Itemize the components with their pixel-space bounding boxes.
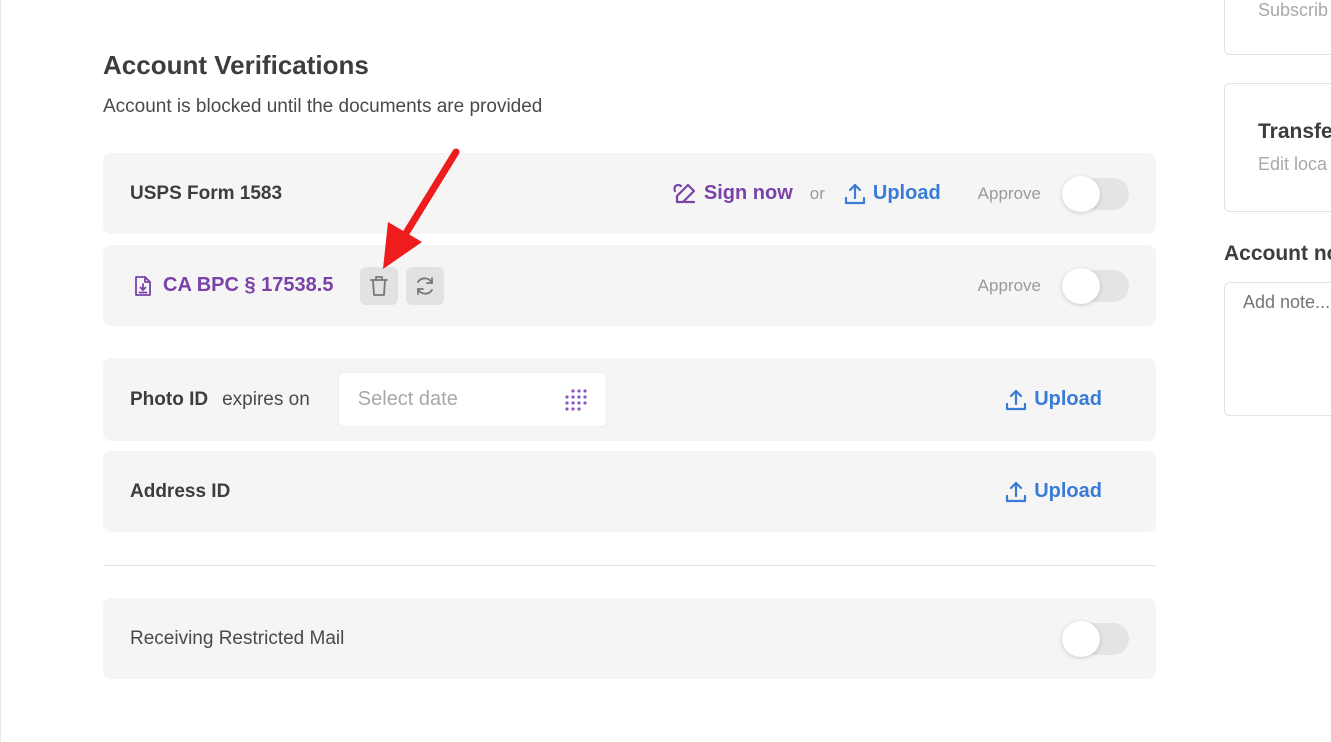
section-title: Account Verifications xyxy=(103,50,369,80)
photo-id-row: Photo ID expires on Select date Upload xyxy=(103,358,1156,441)
account-notes-title: Account no xyxy=(1224,242,1331,265)
signature-pen-icon xyxy=(673,183,695,203)
photo-id-actions: Upload xyxy=(1004,388,1102,412)
restricted-mail-actions xyxy=(1062,620,1129,657)
ca-bpc-document-link[interactable]: CA BPC § 17538.5 xyxy=(134,274,333,297)
expiry-date-picker[interactable]: Select date xyxy=(337,372,607,427)
address-id-row: Address ID Upload xyxy=(103,451,1156,532)
restricted-mail-row: Receiving Restricted Mail xyxy=(103,598,1156,679)
toggle-knob xyxy=(1062,267,1100,304)
account-notes-textarea[interactable] xyxy=(1224,282,1331,416)
transfer-card[interactable]: Transfe Edit loca xyxy=(1224,83,1331,212)
toggle-knob xyxy=(1062,620,1100,657)
ca-bpc-row: CA BPC § 17538.5 Approve xyxy=(103,245,1156,326)
or-separator: or xyxy=(809,183,825,203)
ca-bpc-document-label: CA BPC § 17538.5 xyxy=(163,274,334,296)
upload-arrow-icon xyxy=(1006,389,1027,410)
photo-id-title: Photo ID xyxy=(130,388,209,410)
ca-bpc-approve-label: Approve xyxy=(977,275,1041,295)
subscription-card[interactable]: Subscrib xyxy=(1224,0,1331,55)
ca-bpc-approve-toggle[interactable] xyxy=(1062,267,1129,304)
file-download-icon xyxy=(135,275,151,296)
refresh-icon xyxy=(417,276,434,295)
delete-document-button[interactable] xyxy=(360,266,399,305)
restricted-mail-title: Receiving Restricted Mail xyxy=(130,627,345,649)
transfer-card-text: Edit loca xyxy=(1258,154,1328,174)
upload-arrow-icon xyxy=(844,183,865,204)
subscription-card-text: Subscrib xyxy=(1258,0,1329,20)
dot-grid-calendar-icon xyxy=(565,388,587,411)
date-input-text: Select date xyxy=(357,388,458,410)
usps-approve-label: Approve xyxy=(977,183,1041,203)
address-id-actions: Upload xyxy=(1004,480,1102,504)
usps-upload-label: Upload xyxy=(872,182,941,204)
photo-id-upload-link[interactable]: Upload xyxy=(1004,388,1102,412)
sign-now-label: Sign now xyxy=(703,182,793,204)
trash-icon xyxy=(370,275,389,296)
ca-bpc-actions: Approve xyxy=(977,267,1129,304)
replace-document-button[interactable] xyxy=(406,266,445,305)
usps-upload-link[interactable]: Upload xyxy=(843,182,941,206)
expires-on-label: expires on xyxy=(222,388,310,410)
usps-approve-toggle[interactable] xyxy=(1062,175,1129,212)
section-subtitle: Account is blocked until the documents a… xyxy=(103,96,543,117)
address-id-upload-link[interactable]: Upload xyxy=(1004,480,1102,504)
photo-id-upload-label: Upload xyxy=(1034,388,1102,410)
sign-now-link[interactable]: Sign now xyxy=(672,182,793,206)
transfer-card-title: Transfe xyxy=(1258,120,1331,143)
address-id-upload-label: Upload xyxy=(1034,480,1102,502)
usps-form-title: USPS Form 1583 xyxy=(130,182,283,204)
upload-arrow-icon xyxy=(1006,481,1027,502)
restricted-mail-toggle[interactable] xyxy=(1062,620,1129,657)
usps-form-actions: Sign now or Upload Approve xyxy=(672,175,1129,212)
address-id-title: Address ID xyxy=(130,480,231,502)
toggle-knob xyxy=(1062,175,1100,212)
usps-form-row: USPS Form 1583 Sign now or Upload Approv… xyxy=(103,153,1156,234)
section-divider xyxy=(103,565,1156,566)
